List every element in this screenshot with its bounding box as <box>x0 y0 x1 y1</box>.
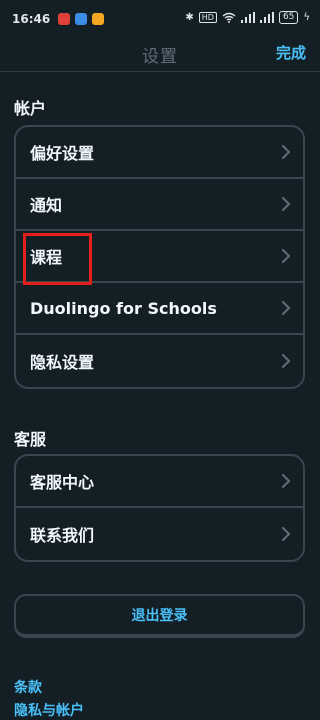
app-notification-icon <box>92 13 105 25</box>
menu-item-label: 隐私设置 <box>30 353 95 372</box>
privacy-account-link[interactable]: 隐私与帐户 <box>14 700 84 720</box>
menu-item-label: 偏好设置 <box>30 144 95 163</box>
signal-icon <box>259 12 274 23</box>
menu-item-label: 联系我们 <box>30 526 95 545</box>
menu-item-notifications[interactable]: 通知 <box>16 179 303 231</box>
status-time: 16:46 <box>12 12 51 26</box>
page-title: 设置 <box>142 47 178 67</box>
menu-item-duolingo-for-schools[interactable]: Duolingo for Schools <box>16 283 303 335</box>
status-indicators: ✱ HD 65 ϟ <box>185 11 310 24</box>
signal-icon <box>240 12 255 23</box>
mute-icon: ✱ <box>185 12 194 23</box>
menu-item-help-center[interactable]: 客服中心 <box>16 456 303 508</box>
chevron-right-icon <box>282 197 291 211</box>
chevron-right-icon <box>282 354 291 368</box>
app-notification-icon <box>58 13 71 25</box>
charging-icon: ϟ <box>303 12 310 23</box>
hd-icon: HD <box>198 12 217 23</box>
chevron-right-icon <box>282 301 291 315</box>
menu-item-preferences[interactable]: 偏好设置 <box>16 127 303 179</box>
wifi-icon <box>222 12 236 23</box>
chevron-right-icon <box>282 145 291 159</box>
terms-link[interactable]: 条款 <box>14 677 42 697</box>
chevron-right-icon <box>282 527 291 541</box>
account-section-header: 帐户 <box>14 99 47 118</box>
logout-button[interactable]: 退出登录 <box>14 594 305 638</box>
app-notification-icon <box>75 13 88 25</box>
menu-item-label: Duolingo for Schools <box>30 298 217 318</box>
support-section-header: 客服 <box>14 430 47 449</box>
menu-item-label: 通知 <box>30 196 63 215</box>
chevron-right-icon <box>282 249 291 263</box>
battery-icon: 65 <box>278 11 299 24</box>
done-button[interactable]: 完成 <box>276 42 306 63</box>
menu-item-privacy-settings[interactable]: 隐私设置 <box>16 335 303 387</box>
menu-item-label: 客服中心 <box>30 473 95 492</box>
menu-item-contact-us[interactable]: 联系我们 <box>16 508 303 560</box>
chevron-right-icon <box>282 474 291 488</box>
status-bar: 16:46 ✱ HD 65 ϟ <box>0 0 320 38</box>
support-card: 客服中心 联系我们 <box>14 454 305 562</box>
highlight-box <box>23 233 92 285</box>
nav-bar: 设置 完成 <box>0 38 320 72</box>
